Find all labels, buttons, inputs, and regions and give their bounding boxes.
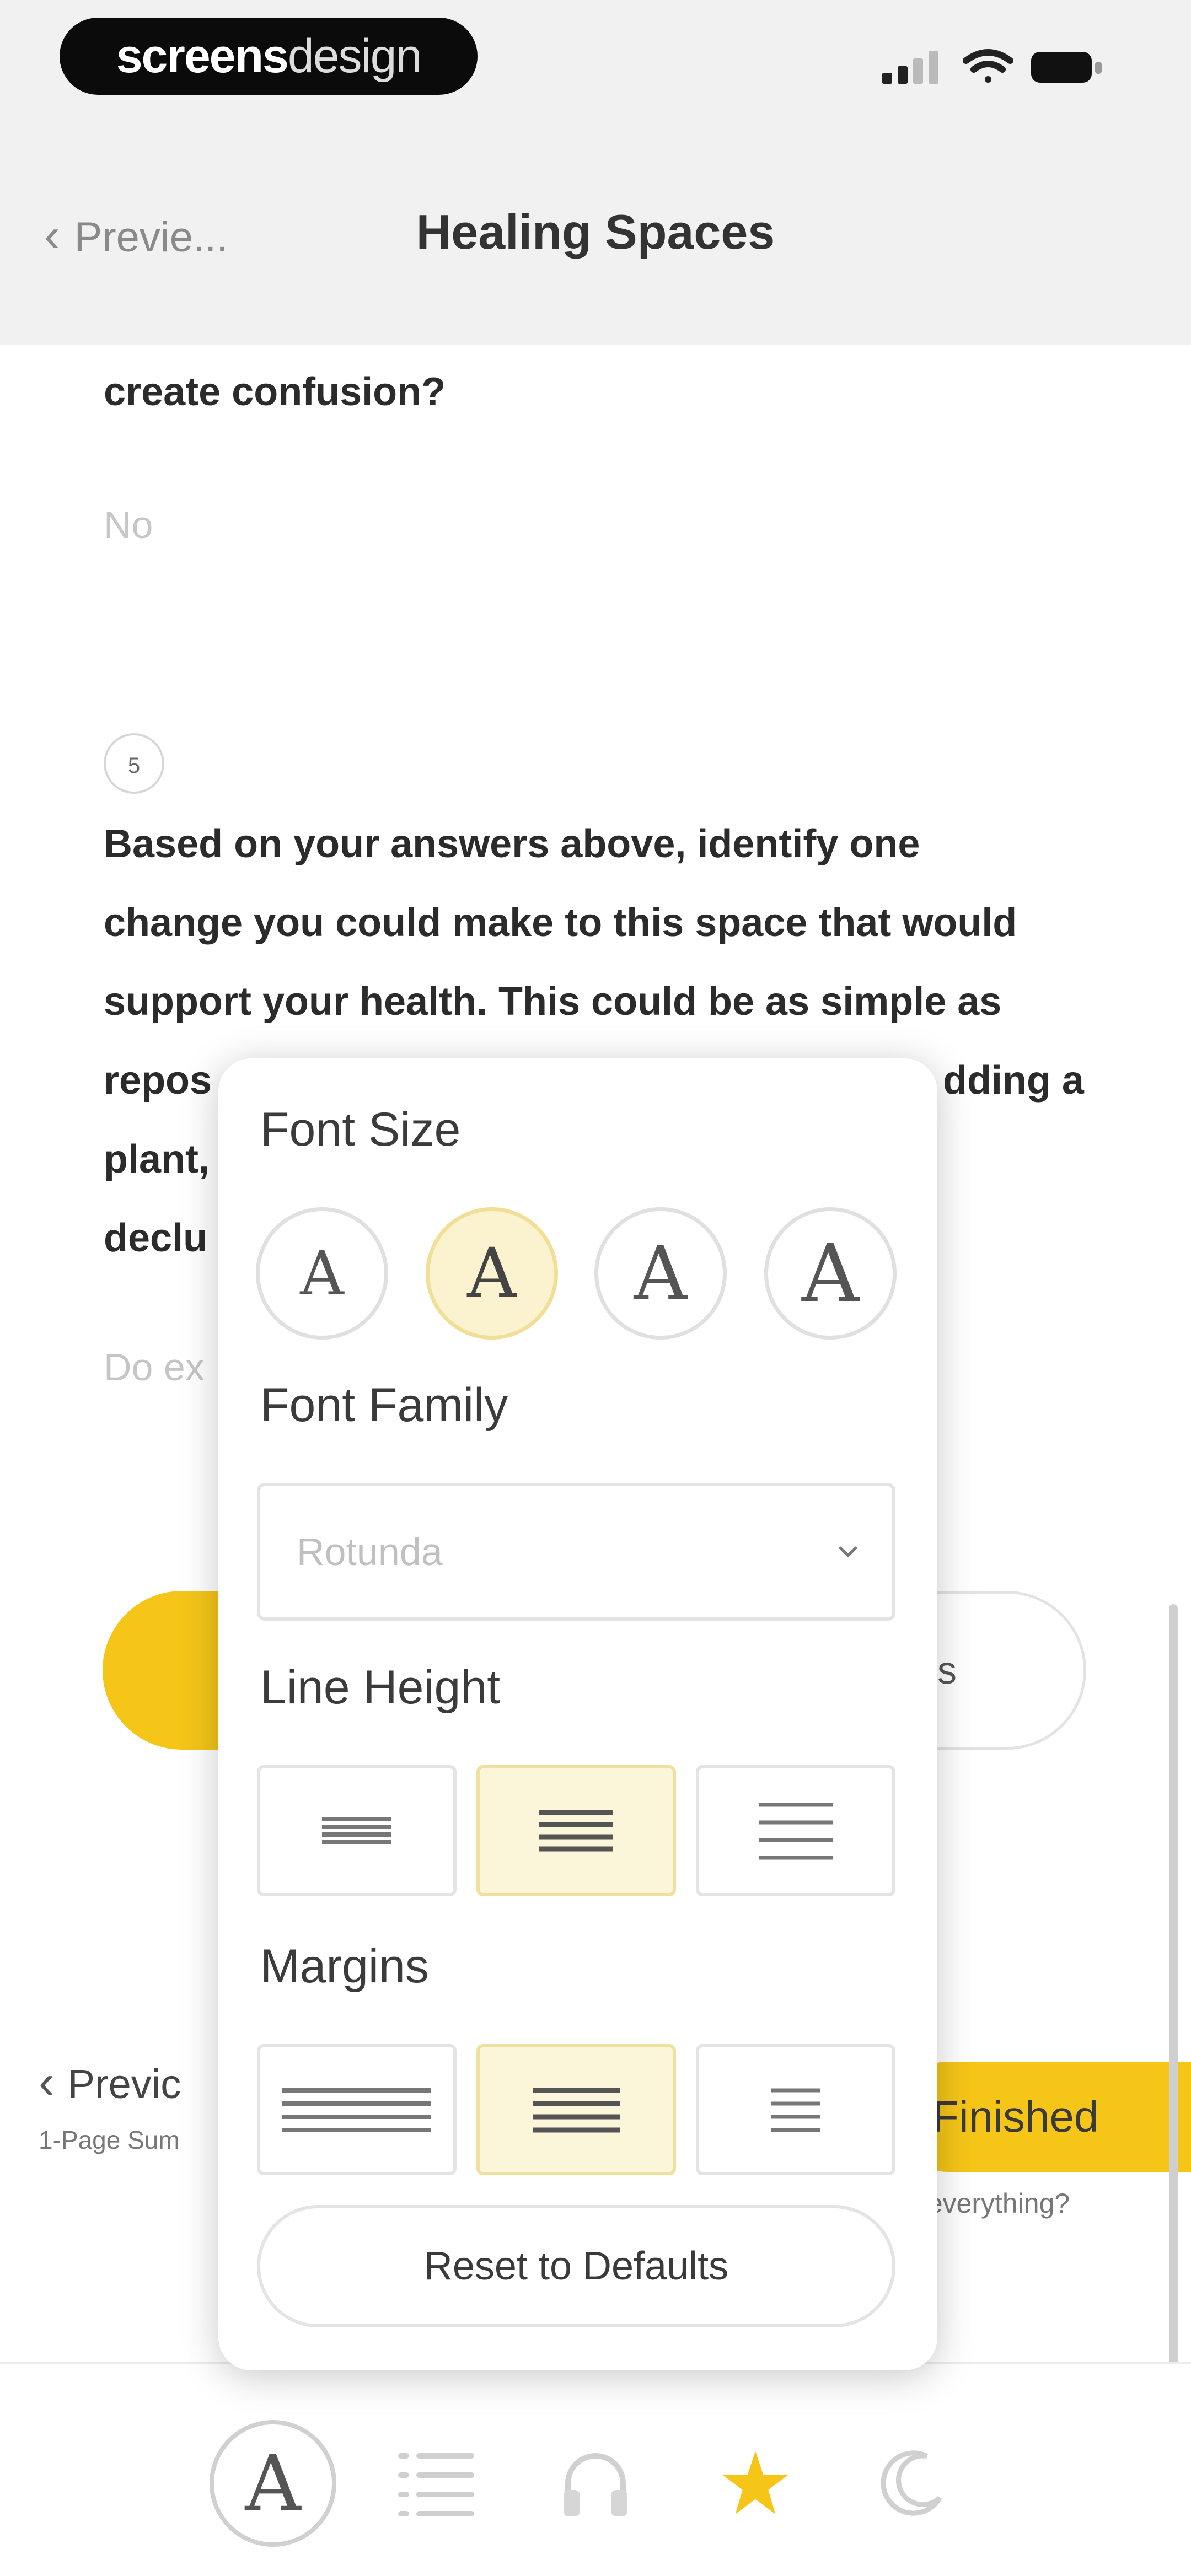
list-icon xyxy=(398,2453,474,2516)
font-size-label: Font Size xyxy=(260,1103,461,1156)
signal-icon xyxy=(882,51,938,84)
line-height-option-normal[interactable] xyxy=(476,1765,676,1896)
font-size-option-large[interactable]: A xyxy=(594,1207,727,1340)
font-icon: A xyxy=(245,2438,301,2529)
line-height-tight-icon xyxy=(322,1817,391,1844)
headphones-icon xyxy=(564,2453,627,2516)
font-settings-tab[interactable]: A xyxy=(210,2420,336,2547)
star-icon xyxy=(722,2451,788,2514)
margins-wide-icon xyxy=(771,2088,820,2132)
margins-option-wide[interactable] xyxy=(696,2044,895,2175)
brand-part2: design xyxy=(287,30,422,83)
table-of-contents-tab[interactable] xyxy=(372,2420,499,2547)
question-5-line-2: change you could make to this space that… xyxy=(104,901,1017,945)
moon-icon xyxy=(881,2450,942,2516)
chevron-left-icon: ‹ xyxy=(39,2056,55,2109)
brand-logo: screensdesign xyxy=(60,18,478,95)
previous-chapter-label: Previc xyxy=(67,2061,181,2107)
question-5-line-3: support your health. This could be as si… xyxy=(104,980,1002,1024)
question-5-line-4-tail: dding a xyxy=(943,1058,1084,1103)
chevron-down-icon xyxy=(839,1546,857,1558)
scrollbar[interactable] xyxy=(1169,1604,1178,2365)
question-4-answer[interactable]: No xyxy=(104,503,153,547)
line-height-option-tight[interactable] xyxy=(257,1765,457,1896)
margins-label: Margins xyxy=(260,1940,429,1993)
margins-narrow-icon xyxy=(282,2088,431,2132)
previous-chapter-subtitle: 1-Page Sum xyxy=(39,2126,180,2154)
previous-chapter-button[interactable]: ‹ Previc xyxy=(39,2055,181,2110)
font-family-select[interactable]: Rotunda xyxy=(257,1483,895,1621)
margins-medium-icon xyxy=(533,2088,620,2133)
font-family-value: Rotunda xyxy=(297,1530,443,1573)
question-4-text: create confusion? xyxy=(104,370,446,414)
brand-part1: screens xyxy=(116,30,289,83)
finished-button[interactable]: Finished xyxy=(893,2062,1191,2172)
font-size-option-medium[interactable]: A xyxy=(426,1207,558,1340)
line-height-normal-icon xyxy=(539,1810,613,1852)
font-family-label: Font Family xyxy=(260,1379,508,1432)
margins-option-narrow[interactable] xyxy=(257,2044,457,2175)
font-size-glyph: A xyxy=(802,1227,859,1320)
font-size-glyph: A xyxy=(467,1234,517,1313)
font-size-option-small[interactable]: A xyxy=(256,1207,388,1340)
question-5-answer-field[interactable]: Do ex xyxy=(104,1345,205,1389)
font-size-glyph: A xyxy=(300,1238,344,1309)
battery-icon xyxy=(1031,52,1102,83)
line-height-label: Line Height xyxy=(260,1661,501,1714)
favorite-tab[interactable] xyxy=(692,2420,819,2547)
wifi-icon xyxy=(963,49,1013,83)
status-bar-icons xyxy=(882,49,1102,84)
page-title: Healing Spaces xyxy=(416,205,775,259)
audio-tab[interactable] xyxy=(532,2420,659,2547)
reset-to-defaults-button[interactable]: Reset to Defaults xyxy=(257,2205,895,2327)
question-5-line-1: Based on your answers above, identify on… xyxy=(104,822,920,866)
question-number-badge: 5 xyxy=(104,733,164,794)
font-size-glyph: A xyxy=(634,1230,688,1316)
font-size-option-xlarge[interactable]: A xyxy=(764,1207,897,1340)
night-mode-tab[interactable] xyxy=(849,2420,976,2547)
margins-option-medium[interactable] xyxy=(476,2044,676,2175)
line-height-loose-icon xyxy=(759,1803,833,1860)
line-height-option-loose[interactable] xyxy=(696,1765,895,1896)
